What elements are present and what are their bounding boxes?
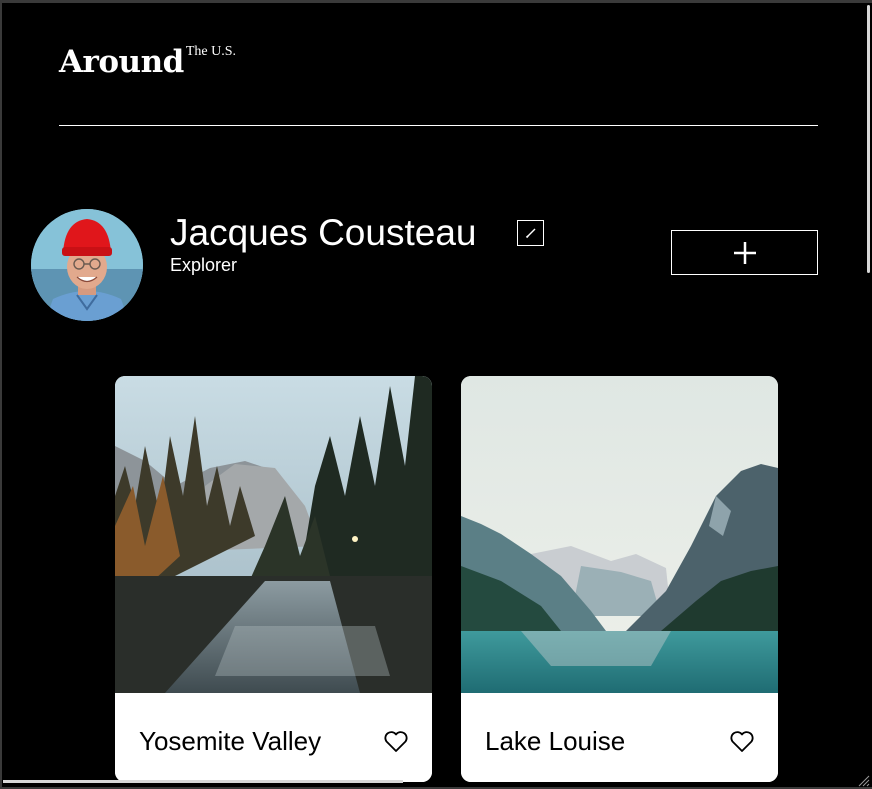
edit-profile-button[interactable] (517, 220, 544, 246)
pencil-icon (525, 228, 535, 239)
card-image-lake-louise[interactable] (461, 376, 778, 693)
like-button[interactable] (383, 730, 409, 754)
logo-main-text: Around (59, 44, 184, 80)
card-title: Yosemite Valley (139, 726, 322, 756)
logo: Around The U.S. (59, 44, 236, 80)
card: Yosemite Valley (115, 376, 432, 782)
like-button[interactable] (729, 730, 755, 754)
logo-superscript: The U.S. (185, 44, 236, 59)
resize-grip-icon[interactable] (856, 773, 870, 787)
add-card-button[interactable] (671, 230, 818, 275)
profile-job: Explorer (170, 255, 238, 275)
card-image-yosemite[interactable] (115, 376, 432, 693)
heart-icon (730, 731, 754, 752)
avatar (31, 209, 143, 321)
card: Lake Louise (461, 376, 778, 782)
profile-name: Jacques Cousteau (170, 212, 477, 253)
card-title: Lake Louise (485, 726, 626, 756)
header-divider (59, 125, 818, 126)
heart-icon (384, 731, 408, 752)
vertical-scrollbar[interactable] (865, 3, 872, 787)
horizontal-scrollbar[interactable] (3, 780, 403, 783)
scrollbar-thumb[interactable] (867, 5, 870, 273)
plus-icon (733, 241, 756, 264)
avatar-photo (31, 209, 143, 321)
